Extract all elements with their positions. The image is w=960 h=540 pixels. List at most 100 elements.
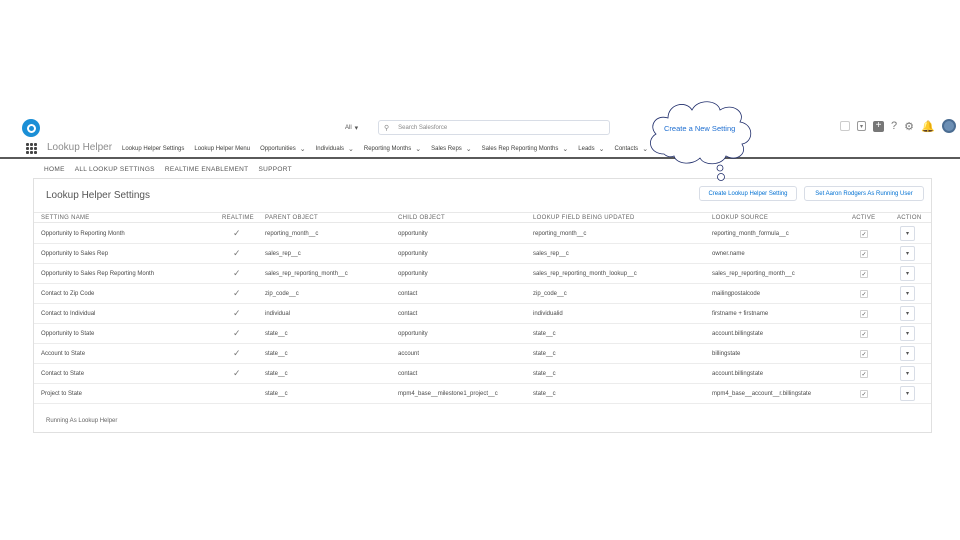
row-action-dropdown[interactable]: ▾ bbox=[900, 366, 915, 381]
row-action-dropdown[interactable]: ▾ bbox=[900, 326, 915, 341]
nav-item[interactable]: Sales Reps ⌄ bbox=[431, 145, 472, 153]
active-checkbox[interactable]: ✓ bbox=[860, 350, 868, 358]
setting-name-cell: Contact to Zip Code bbox=[41, 291, 95, 297]
active-checkbox[interactable]: ✓ bbox=[860, 370, 868, 378]
row-action-dropdown[interactable]: ▾ bbox=[900, 306, 915, 321]
setting-name-cell: Opportunity to Sales Rep Reporting Month bbox=[41, 271, 155, 277]
chevron-down-icon[interactable]: ⌄ bbox=[466, 145, 472, 153]
row-action-dropdown[interactable]: ▾ bbox=[900, 286, 915, 301]
realtime-check-icon: ✓ bbox=[233, 248, 241, 258]
table-header: SETTING NAME REALTIME PARENT OBJECT CHILD O… bbox=[34, 212, 931, 223]
child-object-cell: opportunity bbox=[398, 331, 428, 337]
favorites-dropdown-icon[interactable]: ▾ bbox=[857, 121, 866, 131]
global-actions-icon[interactable]: + bbox=[873, 120, 884, 132]
table-row[interactable]: Account to State state__c account state__c b… bbox=[34, 344, 931, 364]
lookup-source-cell: reporting_month_formula__c bbox=[712, 231, 789, 237]
table-row[interactable]: Opportunity to Sales Rep Reporting Month… bbox=[34, 264, 931, 284]
set-running-user-button[interactable]: Set Aaron Rodgers As Running User bbox=[804, 186, 924, 201]
table-row[interactable]: Contact to State state__c contact state__c a… bbox=[34, 364, 931, 384]
nav-item[interactable]: Lookup Helper Menu bbox=[194, 145, 250, 153]
chevron-down-icon[interactable]: ⌄ bbox=[415, 145, 421, 153]
active-checkbox[interactable]: ✓ bbox=[860, 230, 868, 238]
child-object-cell: contact bbox=[398, 291, 418, 297]
row-action-dropdown[interactable]: ▾ bbox=[900, 246, 915, 261]
favorites-icon[interactable] bbox=[840, 121, 850, 131]
tab-item[interactable]: HOME bbox=[44, 166, 65, 173]
search-input[interactable]: ⚲ Search Salesforce bbox=[378, 120, 610, 135]
chevron-down-icon[interactable]: ⌄ bbox=[348, 145, 354, 153]
parent-object-cell: reporting_month__c bbox=[265, 231, 319, 237]
lookup-field-cell: reporting_month__c bbox=[533, 231, 587, 237]
active-checkbox[interactable]: ✓ bbox=[860, 250, 868, 258]
nav-item-label: Sales Reps bbox=[431, 146, 462, 152]
child-object-cell: contact bbox=[398, 311, 418, 317]
chevron-down-icon[interactable]: ⌄ bbox=[599, 145, 605, 153]
app-logo bbox=[22, 119, 40, 137]
search-scope-select[interactable]: All ▾ bbox=[345, 121, 375, 134]
annotation-cloud bbox=[650, 101, 752, 181]
table-row[interactable]: Opportunity to State state__c opportunity s… bbox=[34, 324, 931, 344]
row-action-dropdown[interactable]: ▾ bbox=[900, 346, 915, 361]
chevron-down-icon[interactable]: ⌄ bbox=[300, 145, 306, 153]
nav-item-label: Reporting Months bbox=[363, 146, 412, 152]
lookup-source-cell: billingstate bbox=[712, 351, 741, 357]
table-row[interactable]: Opportunity to Sales Rep sales_rep__c oppo… bbox=[34, 244, 931, 264]
column-header: ACTION bbox=[897, 215, 922, 221]
sub-tabs: HOME ALL LOOKUP SETTINGS REALTIME ENABLEME… bbox=[44, 166, 292, 173]
table-row[interactable]: Contact to Zip Code zip_code__c contact zip… bbox=[34, 284, 931, 304]
setting-name-cell: Account to State bbox=[41, 351, 86, 357]
header-utility-icons: ▾ + ? ⚙ 🔔 bbox=[840, 119, 956, 133]
active-checkbox[interactable]: ✓ bbox=[860, 290, 868, 298]
realtime-check-icon: ✓ bbox=[233, 328, 241, 338]
table-row[interactable]: Opportunity to Reporting Month reporting_… bbox=[34, 224, 931, 244]
nav-item[interactable]: Leads ⌄ bbox=[578, 145, 604, 153]
tab-item[interactable]: REALTIME ENABLEMENT bbox=[165, 166, 249, 173]
column-header: PARENT OBJECT bbox=[265, 215, 319, 221]
avatar[interactable] bbox=[941, 119, 956, 133]
parent-object-cell: zip_code__c bbox=[265, 291, 299, 297]
nav-item[interactable]: Sales Rep Reporting Months ⌄ bbox=[482, 145, 569, 153]
active-checkbox[interactable]: ✓ bbox=[860, 270, 868, 278]
lookup-field-cell: sales_rep__c bbox=[533, 251, 569, 257]
page-title: Lookup Helper Settings bbox=[46, 190, 150, 201]
nav-item-label: Opportunities bbox=[260, 146, 296, 152]
app-launcher-icon[interactable] bbox=[26, 143, 37, 154]
active-checkbox[interactable]: ✓ bbox=[860, 310, 868, 318]
nav-item[interactable]: Opportunities ⌄ bbox=[260, 145, 306, 153]
nav-item-label: Individuals bbox=[315, 146, 344, 152]
child-object-cell: mpm4_base__milestone1_project__c bbox=[398, 391, 498, 397]
create-setting-button[interactable]: Create Lookup Helper Setting bbox=[699, 186, 797, 201]
search-scope-label: All bbox=[345, 124, 352, 131]
row-action-dropdown[interactable]: ▾ bbox=[900, 266, 915, 281]
app-name: Lookup Helper bbox=[47, 142, 113, 153]
row-action-dropdown[interactable]: ▾ bbox=[900, 386, 915, 401]
lookup-source-cell: account.billingstate bbox=[712, 331, 764, 337]
parent-object-cell: state__c bbox=[265, 351, 288, 357]
setting-name-cell: Opportunity to Reporting Month bbox=[41, 231, 125, 237]
table-row[interactable]: Project to State state__c mpm4_base__miles… bbox=[34, 384, 931, 404]
lookup-field-cell: zip_code__c bbox=[533, 291, 567, 297]
tab-item[interactable]: ALL LOOKUP SETTINGS bbox=[75, 166, 155, 173]
column-header: REALTIME bbox=[222, 215, 254, 221]
nav-item[interactable]: Individuals ⌄ bbox=[316, 145, 354, 153]
help-icon[interactable]: ? bbox=[891, 120, 897, 132]
column-header: LOOKUP FIELD BEING UPDATED bbox=[533, 215, 635, 221]
nav-item[interactable]: Lookup Helper Settings bbox=[122, 145, 184, 153]
setting-name-cell: Contact to State bbox=[41, 371, 85, 377]
active-checkbox[interactable]: ✓ bbox=[860, 390, 868, 398]
parent-object-cell: sales_rep_reporting_month__c bbox=[265, 271, 348, 277]
active-checkbox[interactable]: ✓ bbox=[860, 330, 868, 338]
parent-object-cell: state__c bbox=[265, 331, 288, 337]
table-row[interactable]: Contact to Individual individual contact in… bbox=[34, 304, 931, 324]
bell-icon[interactable]: 🔔 bbox=[921, 120, 935, 133]
setting-name-cell: Opportunity to Sales Rep bbox=[41, 251, 109, 257]
nav-item[interactable]: Reporting Months ⌄ bbox=[364, 145, 421, 153]
gear-icon[interactable]: ⚙ bbox=[904, 120, 914, 133]
chevron-down-icon[interactable]: ⌄ bbox=[562, 145, 568, 153]
row-action-dropdown[interactable]: ▾ bbox=[900, 226, 915, 241]
lookup-source-cell: firstname + firstname bbox=[712, 311, 769, 317]
lookup-source-cell: account.billingstate bbox=[712, 371, 764, 377]
lookup-field-cell: individualid bbox=[533, 311, 563, 317]
tab-item[interactable]: SUPPORT bbox=[258, 166, 291, 173]
parent-object-cell: state__c bbox=[265, 391, 288, 397]
